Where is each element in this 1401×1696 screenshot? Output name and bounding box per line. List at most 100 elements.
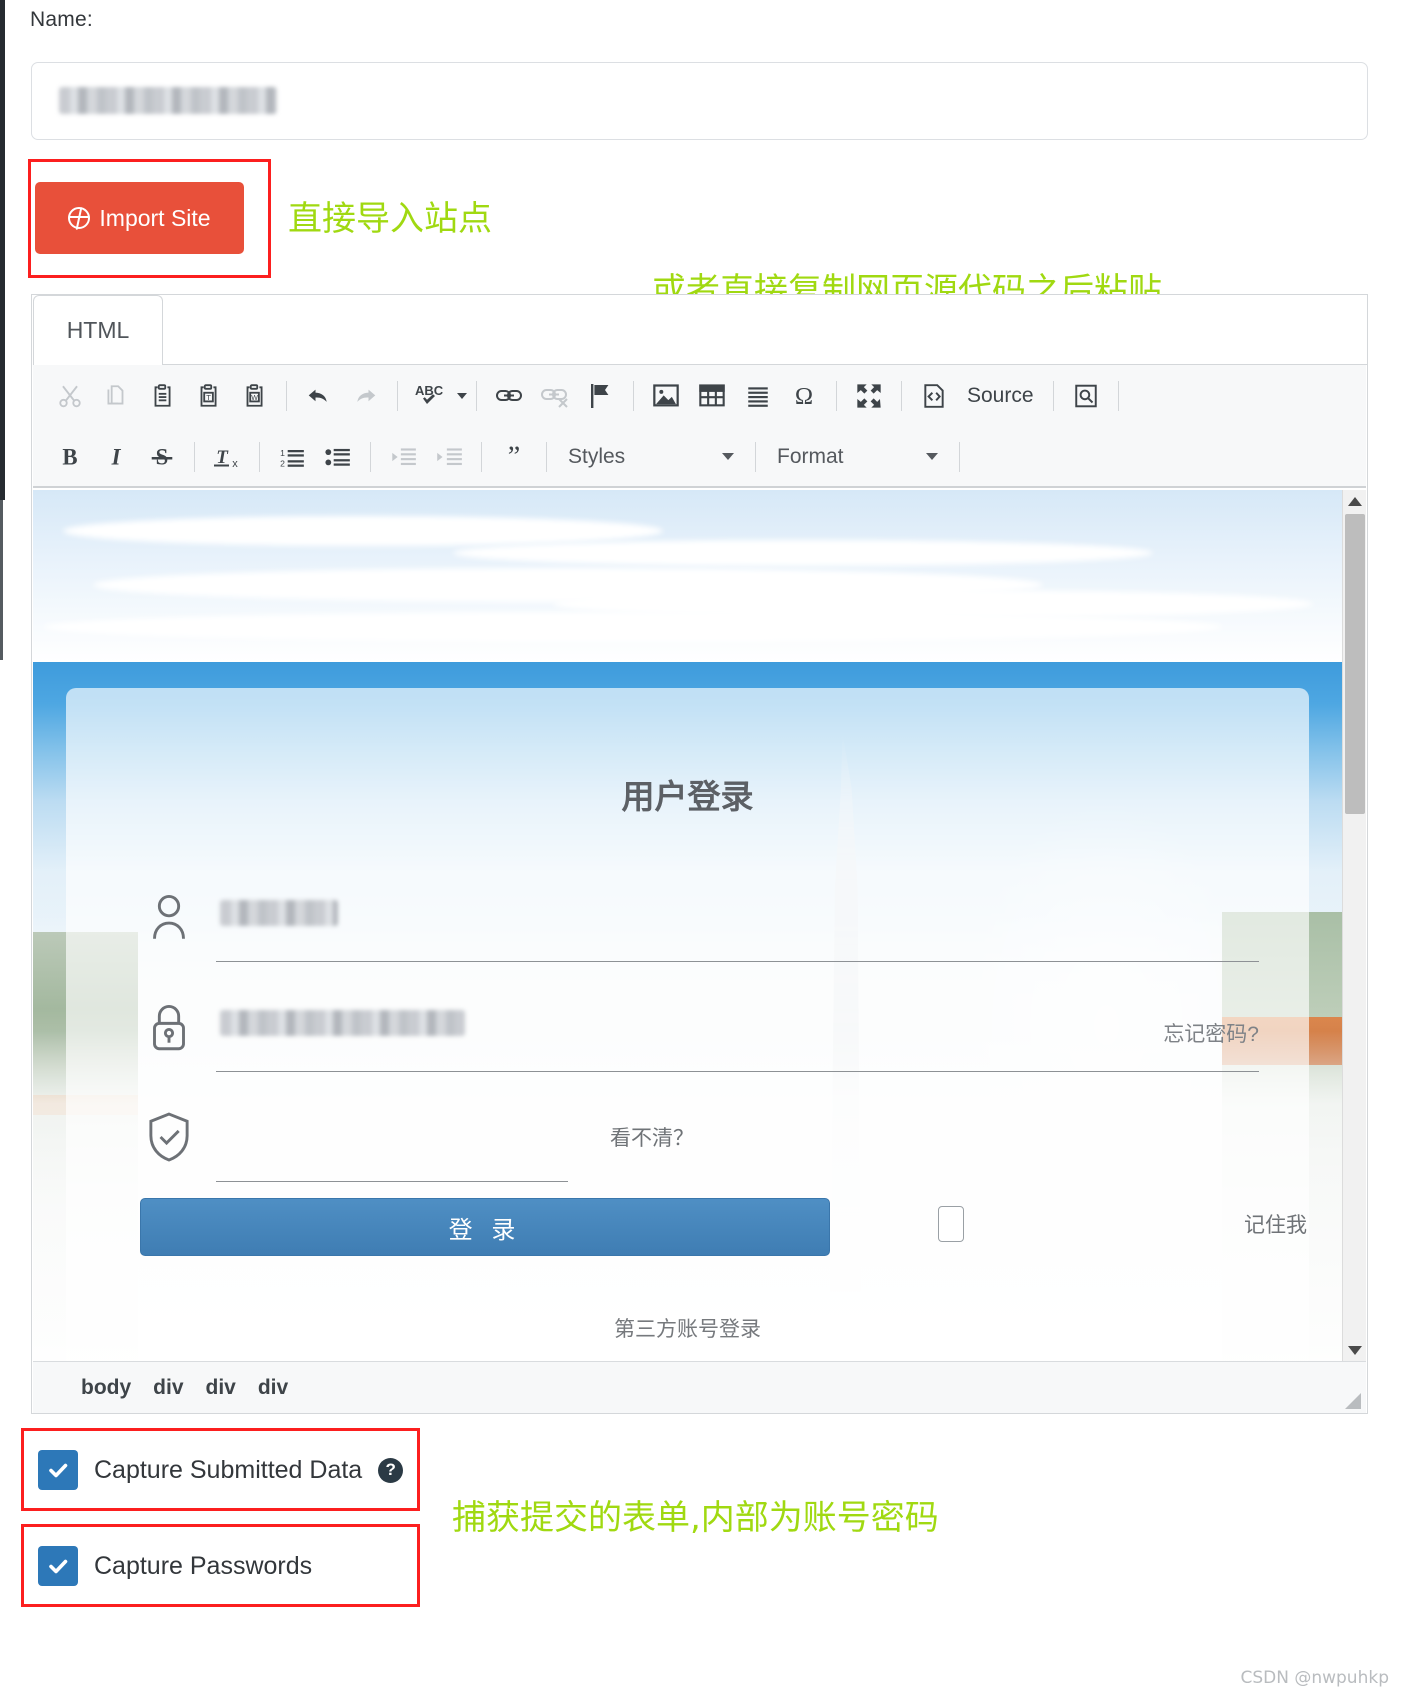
undo-icon[interactable] [296,374,342,418]
element-path-bar: body div div div [33,1361,1366,1413]
help-icon[interactable]: ? [378,1457,404,1483]
svg-text:x: x [232,458,238,470]
lock-icon [140,998,198,1056]
link-icon[interactable] [486,374,532,418]
capture-submitted-data-checkbox[interactable] [38,1450,78,1490]
indent-icon[interactable] [426,435,472,479]
chevron-down-icon [926,453,938,460]
svg-text:ABC: ABC [415,383,444,398]
tab-html-label: HTML [66,317,130,343]
globe-icon [68,207,91,229]
path-item-div-3[interactable]: div [258,1376,288,1400]
styles-select-label: Styles [568,444,626,468]
path-item-div-2[interactable]: div [206,1376,236,1400]
italic-icon[interactable]: I [93,435,139,479]
annotation-capture-form: 捕获提交的表单,内部为账号密码 [452,1498,939,1538]
scrollbar-thumb[interactable] [1345,514,1365,814]
source-icon[interactable] [911,374,957,418]
cannot-read-link[interactable]: 看不清？ [610,1122,694,1152]
copy-icon[interactable] [93,374,139,418]
toolbar-row-2: B I S T x [33,426,1366,487]
paste-icon[interactable] [139,374,185,418]
numbered-list-icon[interactable]: 1 2 [269,435,315,479]
capture-passwords-row[interactable]: Capture Passwords [38,1546,312,1586]
paste-word-icon[interactable]: W [231,374,277,418]
strikethrough-icon[interactable]: S [139,435,185,479]
svg-text:I: I [111,444,122,469]
scroll-up-button[interactable] [1343,490,1366,512]
maximize-icon[interactable] [846,374,892,418]
svg-text:T: T [206,392,211,401]
preview-icon[interactable] [1063,374,1109,418]
import-site-label: Import Site [99,204,211,231]
capture-passwords-checkbox[interactable] [38,1546,78,1586]
svg-text:”: ” [508,444,521,470]
table-icon[interactable] [689,374,735,418]
bulleted-list-icon[interactable] [315,435,361,479]
blockquote-icon[interactable]: ” [491,435,537,479]
omega-icon[interactable]: Ω [781,374,827,418]
svg-text:Ω: Ω [795,383,813,410]
redacted-password-value [220,1010,465,1036]
chevron-down-icon [1348,1345,1362,1355]
remember-me-label: 记住我 [1244,1214,1307,1237]
password-underline[interactable] [216,1071,1259,1072]
capture-passwords-label: Capture Passwords [94,1551,313,1580]
login-card: 用户登录 忘记密码? 看不清？ 登 录 记住我 第三方账号登录 [66,688,1309,1361]
source-label[interactable]: Source [957,384,1044,408]
captcha-row: 看不清？ [140,1108,1259,1182]
bold-icon[interactable]: B [47,435,93,479]
watermark: CSDN @nwpuhkp [1240,1668,1389,1688]
toolbar-row-1: T W ABC Ω Source [33,365,1366,426]
cut-icon[interactable] [47,374,93,418]
sky-band [33,490,1342,662]
content-vertical-scrollbar[interactable] [1342,490,1366,1361]
forgot-password-link[interactable]: 忘记密码? [1163,1018,1259,1048]
image-icon[interactable] [643,374,689,418]
path-item-div-1[interactable]: div [153,1376,183,1400]
remember-me-checkbox[interactable] [938,1206,964,1242]
editor-tabstrip: HTML [32,295,1367,365]
format-select[interactable]: Format [765,438,950,476]
third-party-login-label: 第三方账号登录 [614,1318,761,1341]
html-editor: HTML T W ABC Ω Source B I T x 1 2 ” Styl… [31,294,1368,1414]
name-label: Name: [30,8,93,31]
tab-html[interactable]: HTML [33,295,163,365]
username-underline[interactable] [216,961,1259,962]
spellcheck-icon[interactable]: ABC [407,374,453,418]
name-input[interactable] [31,62,1368,140]
import-site-button[interactable]: Import Site [35,182,244,254]
path-item-body[interactable]: body [81,1376,131,1400]
password-row: 忘记密码? [140,998,1259,1072]
shield-check-icon [140,1108,198,1166]
login-button[interactable]: 登 录 [140,1198,830,1256]
resize-grip-icon[interactable] [1345,1393,1361,1409]
redo-icon[interactable] [342,374,388,418]
paste-text-icon[interactable]: T [185,374,231,418]
login-page-screenshot: 用户登录 忘记密码? 看不清？ 登 录 记住我 第三方账号登录 [33,662,1342,1361]
spellcheck-dropdown-caret-icon[interactable] [457,392,467,399]
username-row [140,888,1259,962]
rendered-page: 用户登录 忘记密码? 看不清？ 登 录 记住我 第三方账号登录 [33,490,1342,1361]
styles-select[interactable]: Styles [556,438,746,476]
left-rail-bottom [0,500,3,660]
svg-text:2: 2 [280,458,285,468]
svg-text:W: W [251,395,258,402]
anchor-flag-icon[interactable] [578,374,624,418]
editor-content-area[interactable]: 用户登录 忘记密码? 看不清？ 登 录 记住我 第三方账号登录 [33,490,1366,1361]
unlink-icon[interactable] [532,374,578,418]
remove-format-icon[interactable]: T x [204,435,250,479]
capture-submitted-data-label: Capture Submitted Data [94,1455,363,1484]
login-title: 用户登录 [621,778,754,815]
horizontal-rule-icon[interactable] [735,374,781,418]
editor-toolbar: T W ABC Ω Source B I T x 1 2 ” Styles Fo… [33,365,1366,488]
outdent-icon[interactable] [380,435,426,479]
scroll-down-button[interactable] [1343,1339,1366,1361]
captcha-underline[interactable] [216,1181,568,1182]
redacted-name-value [59,87,277,114]
redacted-username-value [220,900,338,926]
capture-submitted-data-row[interactable]: Capture Submitted Data ? [38,1450,404,1490]
annotation-import-site: 直接导入站点 [288,199,492,239]
chevron-up-icon [1348,496,1362,506]
chevron-down-icon [722,453,734,460]
